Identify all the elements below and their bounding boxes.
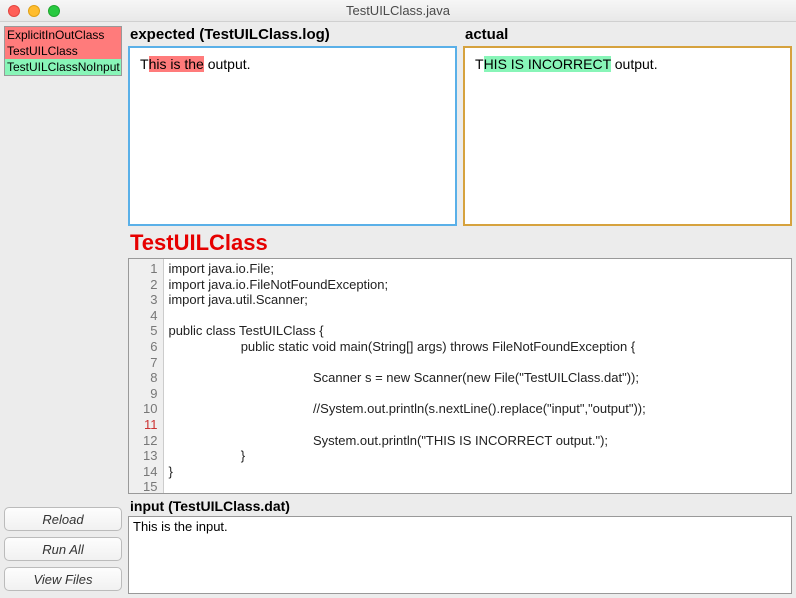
run-all-button[interactable]: Run All	[4, 537, 122, 561]
maximize-icon[interactable]	[48, 5, 60, 17]
window-titlebar: TestUILClass.java	[0, 0, 796, 22]
actual-output: THIS IS INCORRECT output.	[463, 46, 792, 226]
actual-title: actual	[463, 24, 792, 46]
expected-panel: expected (TestUILClass.log) This is the …	[128, 24, 457, 226]
view-files-button[interactable]: View Files	[4, 567, 122, 591]
expected-diff-highlight: his is the	[149, 56, 204, 72]
actual-panel: actual THIS IS INCORRECT output.	[463, 24, 792, 226]
sidebar: ExplicitInOutClass TestUILClass TestUILC…	[0, 22, 126, 598]
class-list: ExplicitInOutClass TestUILClass TestUILC…	[4, 26, 122, 76]
expected-text-prefix: T	[140, 56, 149, 72]
expected-output: This is the output.	[128, 46, 457, 226]
reload-button[interactable]: Reload	[4, 507, 122, 531]
input-content: This is the input.	[128, 516, 792, 594]
actual-text-suffix: output.	[611, 56, 658, 72]
input-text: This is the input.	[133, 519, 228, 534]
list-item[interactable]: ExplicitInOutClass	[5, 27, 121, 43]
class-title: TestUILClass	[128, 226, 792, 258]
window-title: TestUILClass.java	[0, 3, 796, 18]
expected-text-suffix: output.	[204, 56, 251, 72]
input-title: input (TestUILClass.dat)	[128, 494, 792, 516]
minimize-icon[interactable]	[28, 5, 40, 17]
line-gutter: 123456789101112131415	[129, 259, 164, 493]
code-editor[interactable]: 123456789101112131415 import java.io.Fil…	[128, 258, 792, 494]
actual-diff-highlight: HIS IS INCORRECT	[484, 56, 611, 72]
close-icon[interactable]	[8, 5, 20, 17]
actual-text-prefix: T	[475, 56, 484, 72]
code-lines[interactable]: import java.io.File; import java.io.File…	[164, 259, 649, 493]
list-item[interactable]: TestUILClass	[5, 43, 121, 59]
list-item[interactable]: TestUILClassNoInput	[5, 59, 121, 75]
expected-title: expected (TestUILClass.log)	[128, 24, 457, 46]
traffic-lights	[8, 5, 60, 17]
